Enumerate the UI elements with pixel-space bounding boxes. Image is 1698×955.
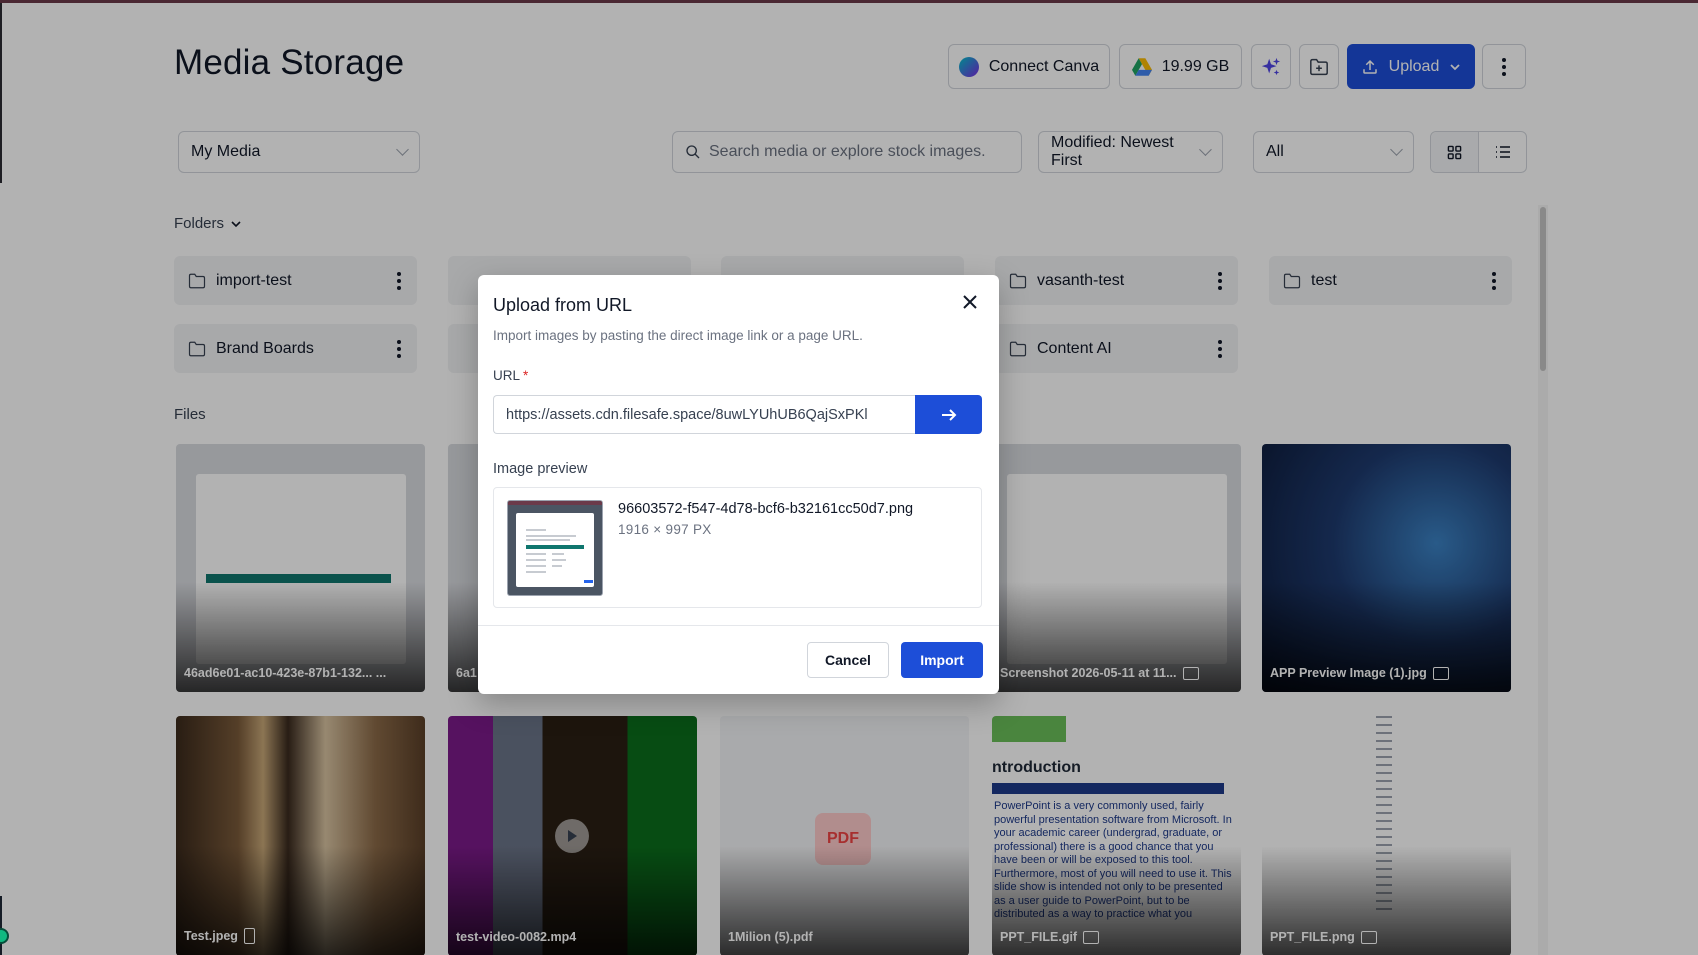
image-preview-card: 96603572-f547-4d78-bcf6-b32161cc50d7.png… <box>493 487 982 608</box>
import-button[interactable]: Import <box>901 642 983 678</box>
fetch-url-button[interactable] <box>915 395 982 434</box>
dialog-description: Import images by pasting the direct imag… <box>493 328 863 343</box>
close-icon[interactable] <box>960 292 980 312</box>
dialog-title: Upload from URL <box>493 295 633 315</box>
url-input[interactable]: https://assets.cdn.filesafe.space/8uwLYU… <box>493 395 916 434</box>
url-input-value: https://assets.cdn.filesafe.space/8uwLYU… <box>506 406 868 423</box>
url-label: URL * <box>493 368 528 383</box>
upload-from-url-dialog: Upload from URL Import images by pasting… <box>478 275 999 694</box>
cancel-button[interactable]: Cancel <box>807 642 889 678</box>
preview-thumbnail <box>507 500 603 596</box>
dialog-divider <box>478 625 999 626</box>
preview-label: Image preview <box>493 461 588 477</box>
preview-filename: 96603572-f547-4d78-bcf6-b32161cc50d7.png <box>618 501 914 517</box>
arrow-right-icon <box>941 408 956 421</box>
url-label-text: URL <box>493 368 521 383</box>
required-asterisk: * <box>523 368 529 383</box>
preview-dimensions: 1916 × 997 PX <box>618 522 712 537</box>
